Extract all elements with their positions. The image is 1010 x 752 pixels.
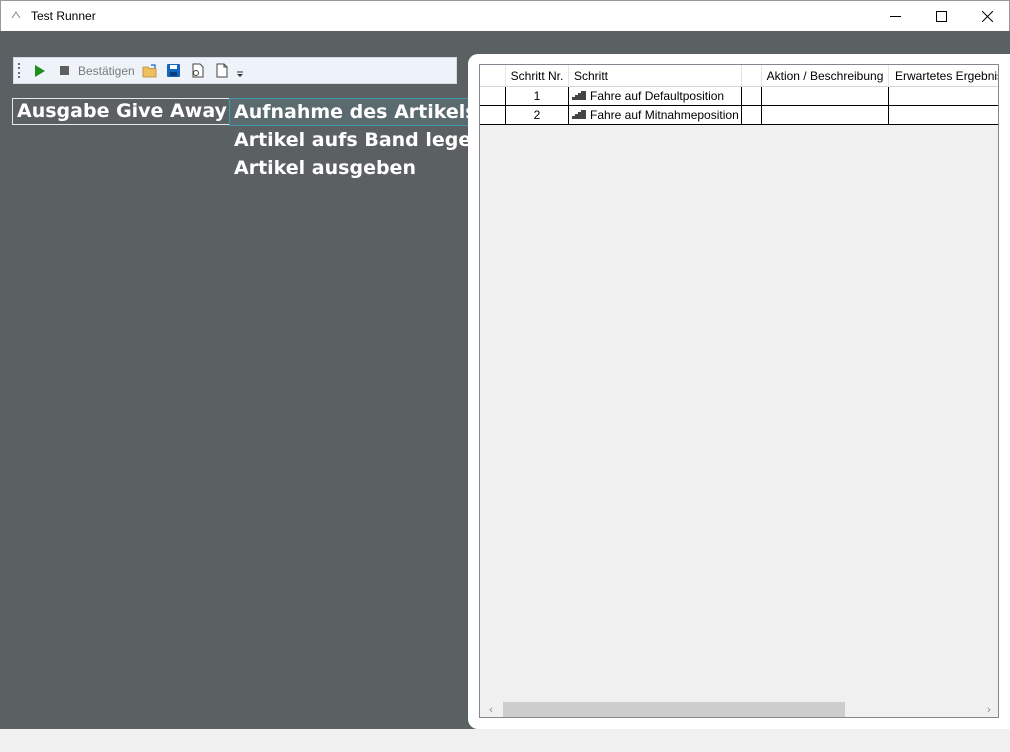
toolbar-grip[interactable] bbox=[18, 62, 22, 79]
sequence-title[interactable]: Ausgabe Give Away bbox=[12, 98, 232, 125]
step-number-cell[interactable]: 2 bbox=[506, 106, 569, 124]
horizontal-scrollbar[interactable]: ‹ › bbox=[481, 701, 998, 717]
table-row[interactable]: 2 Fahre auf Mitnahmeposition bbox=[480, 106, 998, 125]
action-cell[interactable] bbox=[762, 106, 889, 124]
scroll-right-icon[interactable]: › bbox=[981, 702, 997, 717]
column-header-aktion[interactable]: Aktion / Beschreibung bbox=[762, 65, 889, 87]
column-header-schritt-nr[interactable]: Schritt Nr. bbox=[506, 65, 569, 87]
minimize-button[interactable] bbox=[872, 1, 918, 31]
save-icon[interactable] bbox=[166, 63, 182, 79]
step-list-item[interactable]: Artikel aufs Band legen bbox=[229, 126, 490, 154]
column-header-empty[interactable] bbox=[742, 65, 762, 87]
close-button[interactable] bbox=[964, 1, 1010, 31]
expected-result-cell[interactable] bbox=[889, 87, 998, 105]
step-name-cell[interactable]: Fahre auf Mitnahmeposition bbox=[569, 106, 742, 124]
confirm-button[interactable]: Bestätigen bbox=[78, 64, 135, 78]
close-icon bbox=[981, 10, 993, 22]
step-name: Fahre auf Defaultposition bbox=[590, 89, 725, 103]
export-icon[interactable] bbox=[190, 63, 206, 79]
grid-header: Schritt Nr. Schritt Aktion / Beschreibun… bbox=[480, 65, 998, 87]
open-folder-icon[interactable] bbox=[142, 63, 158, 79]
stop-icon[interactable] bbox=[56, 63, 72, 79]
step-list-item[interactable]: Artikel ausgeben bbox=[229, 154, 490, 182]
row-header-column[interactable] bbox=[480, 65, 506, 87]
overflow-icon[interactable] bbox=[236, 70, 244, 80]
step-list: Aufnahme des Artikels Artikel aufs Band … bbox=[229, 98, 490, 182]
row-header[interactable] bbox=[480, 106, 506, 124]
step-name-cell[interactable]: Fahre auf Defaultposition bbox=[569, 87, 742, 105]
window-title: Test Runner bbox=[31, 9, 96, 23]
title-bar: Test Runner bbox=[0, 0, 1010, 31]
new-file-icon[interactable] bbox=[214, 63, 230, 79]
step-name: Fahre auf Mitnahmeposition bbox=[590, 108, 739, 122]
steps-grid[interactable]: Schritt Nr. Schritt Aktion / Beschreibun… bbox=[479, 64, 999, 718]
empty-cell[interactable] bbox=[742, 87, 762, 105]
empty-cell[interactable] bbox=[742, 106, 762, 124]
scrollbar-thumb[interactable] bbox=[503, 702, 845, 717]
scroll-left-icon[interactable]: ‹ bbox=[483, 702, 499, 717]
step-number-cell[interactable]: 1 bbox=[506, 87, 569, 105]
action-cell[interactable] bbox=[762, 87, 889, 105]
expected-result-cell[interactable] bbox=[889, 106, 998, 124]
step-icon bbox=[572, 91, 586, 101]
column-header-schritt[interactable]: Schritt bbox=[569, 65, 742, 87]
step-icon bbox=[572, 110, 586, 120]
row-header[interactable] bbox=[480, 87, 506, 105]
column-header-ergebnis[interactable]: Erwartetes Ergebnis bbox=[889, 65, 998, 87]
app-icon bbox=[11, 10, 23, 22]
maximize-icon bbox=[935, 10, 947, 22]
status-bar bbox=[0, 729, 1010, 752]
step-list-item[interactable]: Aufnahme des Artikels bbox=[229, 98, 490, 126]
minimize-icon bbox=[889, 15, 901, 17]
play-icon[interactable] bbox=[32, 63, 48, 79]
maximize-button[interactable] bbox=[918, 1, 964, 31]
toolbar: Bestätigen bbox=[13, 57, 457, 84]
table-row[interactable]: 1 Fahre auf Defaultposition bbox=[480, 87, 998, 106]
